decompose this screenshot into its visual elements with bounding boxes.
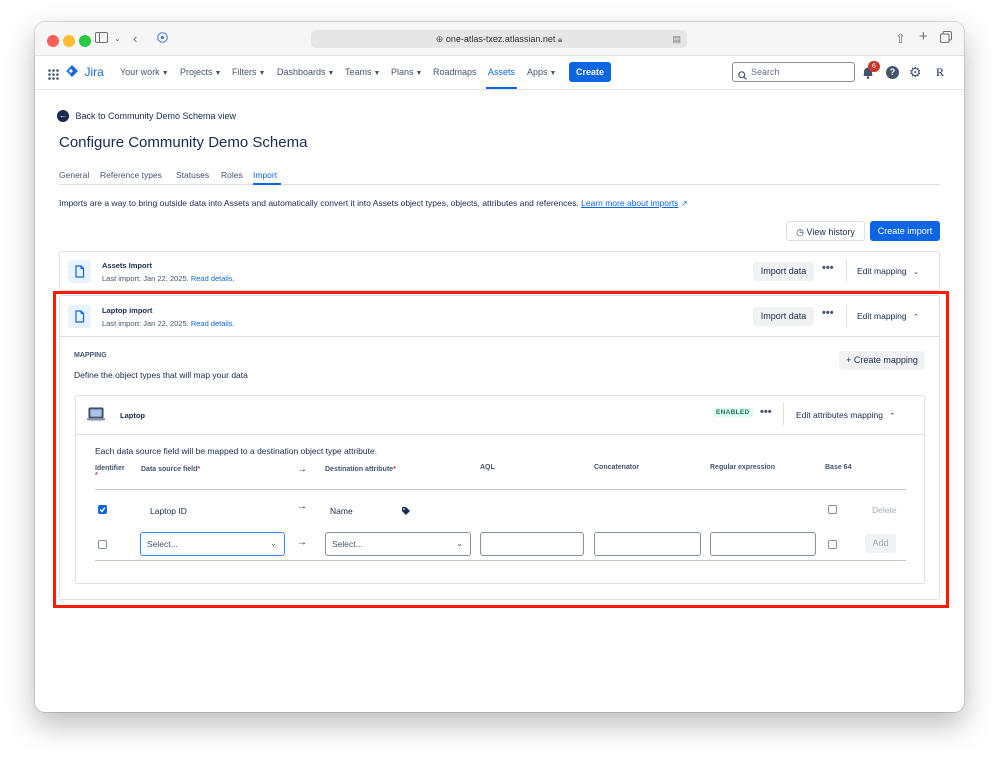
nav-plans[interactable]: Plans ▼ bbox=[391, 67, 422, 77]
new-tab-icon[interactable]: + bbox=[919, 29, 928, 45]
highlight-box bbox=[53, 291, 949, 608]
search-icon bbox=[738, 67, 747, 85]
privacy-shield-icon[interactable] bbox=[157, 31, 168, 47]
nav-apps[interactable]: Apps ▼ bbox=[527, 67, 556, 77]
chevron-down-icon: ⌄ bbox=[913, 269, 919, 276]
browser-titlebar: ⌄ ‹ ⊕ one-atlas-txez.atlassian.net 🔒︎ ▤ … bbox=[35, 22, 964, 56]
back-link[interactable]: ← Back to Community Demo Schema view bbox=[57, 107, 237, 122]
tab-general[interactable]: General bbox=[59, 170, 89, 180]
nav-label: Dashboards bbox=[277, 67, 326, 77]
import-card-assets: Assets Import Last import: Jan 22, 2025.… bbox=[59, 251, 940, 291]
import-name: Assets Import bbox=[102, 261, 153, 270]
nav-label: Apps bbox=[527, 67, 548, 77]
view-history-label: View history bbox=[806, 227, 855, 237]
nav-label: Plans bbox=[391, 67, 414, 77]
tab-roles[interactable]: Roles bbox=[221, 170, 243, 180]
nav-label: Roadmaps bbox=[433, 67, 477, 77]
app-switcher-icon[interactable] bbox=[48, 67, 59, 85]
nav-assets[interactable]: Assets bbox=[488, 67, 515, 77]
nav-filters[interactable]: Filters ▼ bbox=[232, 67, 265, 77]
settings-gear-icon[interactable]: ⚙ bbox=[909, 64, 922, 81]
browser-window: ⌄ ‹ ⊕ one-atlas-txez.atlassian.net 🔒︎ ▤ … bbox=[35, 22, 964, 712]
chevron-down-icon: ▼ bbox=[258, 70, 266, 77]
import-last-run: Last import: Jan 22, 2025. Read details. bbox=[102, 274, 235, 283]
tab-import-underline bbox=[253, 183, 281, 185]
more-actions-icon[interactable]: ••• bbox=[822, 262, 834, 274]
jira-logo[interactable]: Jira bbox=[66, 65, 104, 83]
share-icon[interactable]: ⇧ bbox=[895, 31, 906, 47]
description-text: Imports are a way to bring outside data … bbox=[59, 198, 579, 208]
edit-mapping-label: Edit mapping bbox=[857, 266, 907, 276]
back-arrow-icon[interactable]: ‹ bbox=[133, 31, 137, 47]
last-import-text: Last import: Jan 22, 2025. bbox=[102, 274, 189, 283]
jira-top-nav: Jira Your work ▼ Projects ▼ Filters ▼ Dashb… bbox=[35, 56, 964, 90]
nav-your-work[interactable]: Your work ▼ bbox=[120, 67, 169, 77]
create-import-button[interactable]: Create import bbox=[870, 221, 940, 241]
notification-count-badge: 6 bbox=[868, 61, 880, 72]
external-link-icon: ↗ bbox=[680, 199, 688, 208]
product-name: Jira bbox=[84, 65, 104, 79]
address-url: one-atlas-txez.atlassian.net bbox=[445, 34, 556, 44]
create-button[interactable]: Create bbox=[569, 62, 611, 82]
nav-label: Teams bbox=[345, 67, 372, 77]
tab-import[interactable]: Import bbox=[253, 170, 277, 180]
divider bbox=[846, 260, 847, 282]
import-description: Imports are a way to bring outside data … bbox=[59, 198, 688, 208]
search-input[interactable]: Search bbox=[732, 62, 855, 82]
page-tabs: General Reference types Statuses Roles I… bbox=[59, 170, 940, 185]
jira-logo-icon bbox=[66, 65, 82, 82]
sidebar-toggle-icon[interactable] bbox=[95, 31, 108, 47]
reader-icon[interactable]: ▤ bbox=[672, 30, 681, 48]
chevron-down-icon: ▼ bbox=[373, 70, 381, 77]
edit-mapping-button[interactable]: Edit mapping ⌄ bbox=[857, 266, 919, 276]
zoom-window-button[interactable] bbox=[79, 35, 91, 47]
clock-icon: ◷ bbox=[796, 227, 804, 237]
chevron-down-icon: ▼ bbox=[415, 70, 423, 77]
nav-teams[interactable]: Teams ▼ bbox=[345, 67, 380, 77]
view-history-button[interactable]: ◷ View history bbox=[786, 221, 865, 241]
back-link-label: Back to Community Demo Schema view bbox=[75, 110, 237, 121]
chevron-down-icon: ▼ bbox=[161, 70, 169, 77]
chevron-down-icon: ▼ bbox=[327, 70, 335, 77]
nav-label: Your work bbox=[120, 67, 160, 77]
nav-label: Assets bbox=[488, 67, 516, 77]
profile-avatar[interactable]: R bbox=[936, 65, 944, 80]
back-arrow-icon: ← bbox=[57, 109, 69, 122]
tab-reference-types[interactable]: Reference types bbox=[100, 170, 162, 180]
nav-label: Projects bbox=[180, 67, 213, 77]
read-details-link[interactable]: Read details. bbox=[191, 274, 235, 283]
chevron-down-icon[interactable]: ⌄ bbox=[114, 31, 121, 47]
search-placeholder: Search bbox=[751, 67, 780, 77]
tab-overview-icon[interactable] bbox=[940, 31, 952, 47]
learn-more-link[interactable]: Learn more about imports bbox=[581, 198, 678, 208]
address-bar[interactable]: ⊕ one-atlas-txez.atlassian.net 🔒︎ ▤ bbox=[311, 30, 687, 48]
nav-roadmaps[interactable]: Roadmaps bbox=[433, 67, 477, 77]
tab-statuses[interactable]: Statuses bbox=[176, 170, 209, 180]
chevron-down-icon: ▼ bbox=[214, 70, 222, 77]
help-icon[interactable]: ? bbox=[886, 66, 899, 79]
close-window-button[interactable] bbox=[47, 35, 59, 47]
nav-label: Filters bbox=[232, 67, 257, 77]
minimize-window-button[interactable] bbox=[63, 35, 75, 47]
chevron-down-icon: ▼ bbox=[549, 70, 557, 77]
page-title: Configure Community Demo Schema bbox=[59, 134, 308, 151]
lock-icon: 🔒︎ bbox=[557, 35, 563, 44]
import-data-button[interactable]: Import data bbox=[753, 262, 814, 281]
globe-icon: ⊕ bbox=[435, 34, 444, 44]
nav-assets-underline bbox=[486, 87, 517, 89]
nav-dashboards[interactable]: Dashboards ▼ bbox=[277, 67, 334, 77]
nav-projects[interactable]: Projects ▼ bbox=[180, 67, 221, 77]
document-icon bbox=[68, 260, 91, 283]
